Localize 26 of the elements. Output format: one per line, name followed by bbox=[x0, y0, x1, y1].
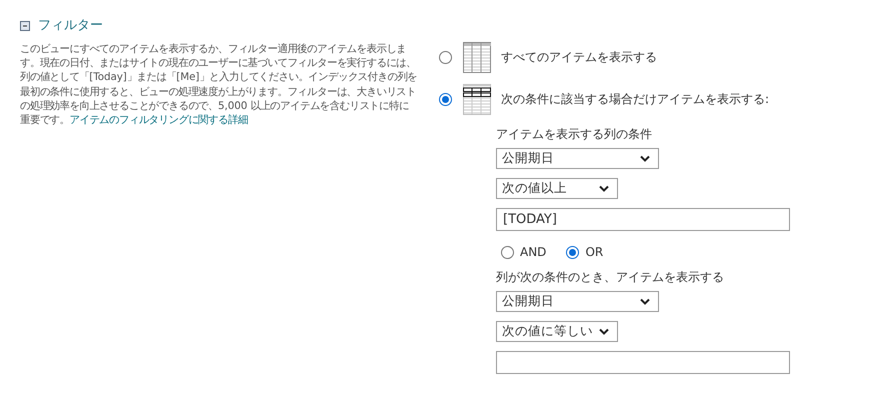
dropdown[interactable]: 公開期日 bbox=[496, 148, 659, 169]
value-field[interactable] bbox=[496, 351, 790, 374]
value-field[interactable]: [TODAY] bbox=[496, 208, 790, 231]
chevron-down-icon bbox=[640, 298, 650, 305]
chevron-down-icon bbox=[599, 328, 609, 335]
option-label: 次の条件に該当する場合だけアイテムを表示する: bbox=[501, 91, 770, 108]
section-title: フィルター bbox=[38, 17, 103, 34]
radio-button[interactable] bbox=[501, 246, 514, 258]
radio-label: OR bbox=[585, 245, 604, 259]
filtered-table-icon bbox=[463, 84, 491, 115]
details-link[interactable]: アイテムのフィルタリングに関する詳細 bbox=[70, 114, 248, 126]
dropdown[interactable]: 公開期日 bbox=[496, 291, 659, 312]
radio-button[interactable] bbox=[439, 93, 452, 106]
radio-label: AND bbox=[520, 245, 546, 259]
radio-button[interactable] bbox=[566, 246, 580, 258]
section-description: このビューにすべてのアイテムを表示するか、フィルター適用後のアイテムを表示します。現在の日付、またはサイトの現在のユーザーに基づいてフィルターを実行するには、列の値として「[Today]」または「[Me]」と入力してください。インデックス付きの列を最初の条件に使用すると、ビューの処理速度が上がります。フィルターは、大きいリストの処理効率を向上させることができるので、5,000 以上のアイテムを含むリストに特に重要です。アイテムのフィルタリングに関する詳細 bbox=[20, 42, 418, 128]
chevron-down-icon bbox=[640, 155, 650, 162]
collapse-icon[interactable] bbox=[20, 20, 30, 30]
condition-label: 列が次の条件のとき、アイテムを表示する bbox=[496, 269, 725, 286]
chevron-down-icon bbox=[599, 185, 609, 192]
dropdown[interactable]: 次の値以上 bbox=[496, 178, 618, 199]
radio-button[interactable] bbox=[439, 51, 452, 64]
dropdown[interactable]: 次の値に等しい bbox=[496, 321, 618, 342]
condition-label: アイテムを表示する列の条件 bbox=[496, 126, 653, 143]
option-label: すべてのアイテムを表示する bbox=[501, 49, 657, 66]
table-icon bbox=[463, 42, 491, 73]
